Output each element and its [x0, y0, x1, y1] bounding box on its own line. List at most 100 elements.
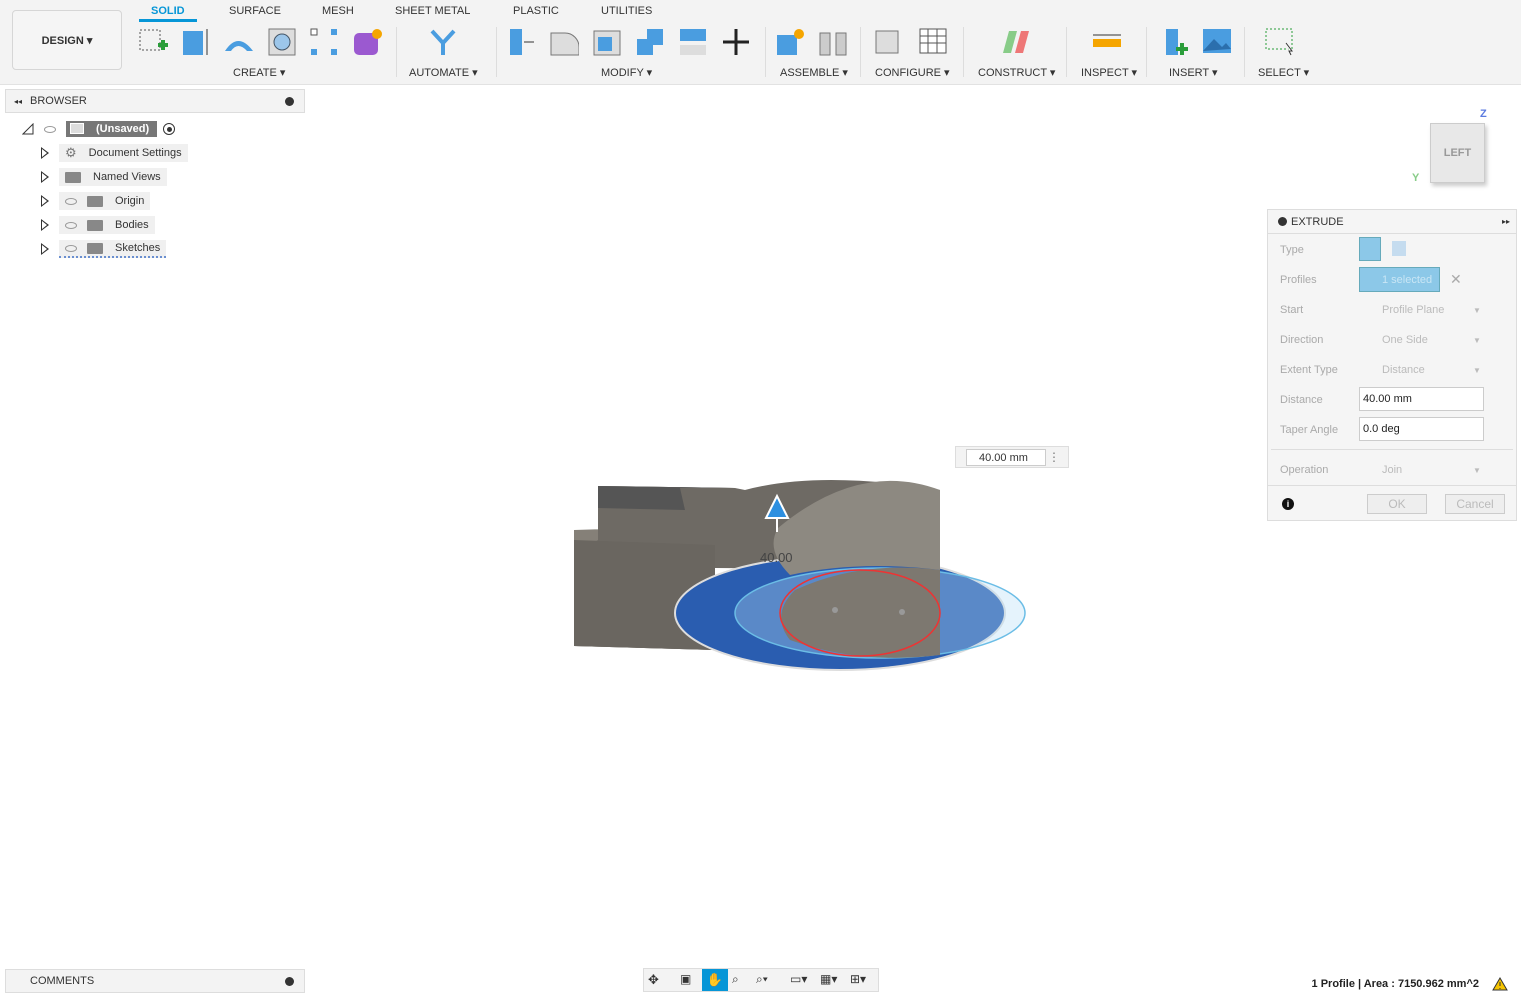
joint-icon[interactable] [818, 27, 848, 57]
eye-icon[interactable] [44, 125, 56, 133]
tab-mesh[interactable]: MESH [322, 5, 354, 17]
clear-selection-icon[interactable]: ✕ [1450, 271, 1462, 288]
eye-icon[interactable] [65, 221, 77, 229]
inspect-group-label[interactable]: INSPECT ▾ [1081, 66, 1137, 79]
expand-icon[interactable] [41, 171, 49, 183]
tree-item-document-settings[interactable]: ⚙ Document Settings [59, 144, 188, 162]
modify-group-label[interactable]: MODIFY ▾ [601, 66, 652, 79]
collapse-triangle-icon[interactable] [22, 123, 34, 135]
tree-item-origin[interactable]: Origin [59, 192, 151, 210]
viewcube[interactable]: LEFT Z Y [1412, 108, 1500, 193]
dropdown-caret-icon: ▼ [1473, 336, 1481, 345]
tree-item-bodies[interactable]: Bodies [59, 216, 155, 234]
automate-group-label[interactable]: AUTOMATE ▾ [409, 66, 478, 79]
viewcube-face-left[interactable]: LEFT [1430, 123, 1485, 183]
extent-type-dropdown[interactable]: Distance [1382, 364, 1425, 376]
configure-table-icon[interactable] [918, 27, 948, 57]
add-comment-icon[interactable] [285, 976, 294, 986]
warning-icon[interactable] [1492, 977, 1508, 991]
construct-group-label[interactable]: CONSTRUCT ▾ [978, 66, 1055, 79]
dropdown-caret-icon: ▼ [1473, 306, 1481, 315]
info-icon[interactable]: i [1282, 498, 1294, 510]
distance-input[interactable]: 40.00 mm [1359, 387, 1484, 411]
automate-icon[interactable] [428, 27, 458, 57]
parameters-icon[interactable] [874, 27, 904, 57]
tab-solid[interactable]: SOLID [139, 5, 197, 22]
zoom-icon[interactable]: ⌕ [732, 972, 739, 987]
collapse-icon[interactable]: ◂◂ [14, 97, 22, 106]
type-thin-button[interactable] [1392, 241, 1406, 256]
move-icon[interactable] [721, 27, 751, 57]
cancel-button[interactable]: Cancel [1445, 494, 1505, 514]
tab-plastic[interactable]: PLASTIC [513, 5, 559, 17]
collapse-icon[interactable] [1278, 217, 1287, 226]
expand-icon[interactable] [41, 147, 49, 159]
expand-icon[interactable] [41, 243, 49, 255]
shell-icon[interactable] [592, 27, 622, 57]
start-dropdown[interactable]: Profile Plane [1382, 304, 1444, 316]
insert-group-label[interactable]: INSERT ▾ [1169, 66, 1218, 79]
select-group-label[interactable]: SELECT ▾ [1258, 66, 1309, 79]
display-settings-icon[interactable]: ▭▾ [790, 972, 807, 986]
create-form-icon[interactable] [352, 27, 382, 57]
expand-icon[interactable] [41, 195, 49, 207]
design-workspace-button[interactable]: DESIGN ▾ [12, 10, 122, 70]
grid-settings-icon[interactable]: ▦▾ [820, 972, 837, 986]
panel-toggle-icon[interactable] [285, 96, 294, 106]
root-component[interactable]: (Unsaved) [66, 121, 158, 137]
direction-dropdown[interactable]: One Side [1382, 334, 1428, 346]
type-label: Type [1280, 244, 1304, 256]
pattern-icon[interactable] [309, 27, 339, 57]
eye-icon[interactable] [65, 244, 77, 252]
configure-group-label[interactable]: CONFIGURE ▾ [875, 66, 950, 79]
measure-icon[interactable] [1092, 27, 1122, 57]
browser-panel-header[interactable]: ◂◂ BROWSER [5, 89, 305, 113]
activate-radio-icon[interactable] [163, 123, 176, 135]
taper-angle-label: Taper Angle [1280, 424, 1339, 436]
navigation-bar: ✥ ▣ ✋ ⌕ ⌕▾ ▭▾ ▦▾ ⊞▾ [643, 968, 879, 992]
orbit-icon[interactable]: ✥ [648, 972, 659, 988]
new-component-icon[interactable] [775, 27, 805, 57]
insert-canvas-icon[interactable] [1202, 27, 1232, 57]
press-pull-icon[interactable] [506, 27, 536, 57]
select-window-icon[interactable] [1264, 27, 1294, 57]
expand-icon[interactable] [41, 219, 49, 231]
extrude-header[interactable]: EXTRUDE ▸▸ [1268, 210, 1516, 234]
distance-inline-input[interactable]: 40.00 mm [966, 449, 1046, 466]
revolve-icon[interactable] [223, 27, 253, 57]
profiles-selection-button[interactable]: 1 selected [1359, 267, 1440, 292]
pan-icon[interactable]: ✋ [702, 969, 728, 991]
extrude-icon[interactable] [181, 27, 211, 57]
tab-utilities[interactable]: UTILITIES [601, 5, 652, 17]
create-group-label[interactable]: CREATE ▾ [233, 66, 285, 79]
fillet-icon[interactable] [549, 27, 579, 57]
look-at-icon[interactable]: ▣ [680, 972, 691, 986]
3d-model-viewport[interactable]: 40.00 [560, 400, 1040, 690]
comments-panel-header[interactable]: COMMENTS [5, 969, 305, 993]
start-label: Start [1280, 304, 1304, 316]
tree-item-named-views[interactable]: Named Views [59, 168, 167, 186]
tab-sheet-metal[interactable]: SHEET METAL [395, 5, 470, 17]
combine-icon[interactable] [635, 27, 665, 57]
tab-surface[interactable]: SURFACE [229, 5, 281, 17]
assemble-group-label[interactable]: ASSEMBLE ▾ [780, 66, 848, 79]
construct-plane-icon[interactable] [1001, 27, 1031, 57]
fit-icon[interactable]: ⌕▾ [756, 972, 768, 987]
tree-root[interactable]: (Unsaved) [22, 119, 176, 139]
hole-icon[interactable] [267, 27, 297, 57]
create-sketch-icon[interactable] [138, 27, 168, 57]
insert-mcmaster-icon[interactable] [1160, 27, 1190, 57]
browser-title: BROWSER [30, 95, 87, 107]
eye-hidden-icon[interactable] [65, 197, 77, 205]
tree-item-label: Origin [115, 195, 145, 207]
tree-item-sketches[interactable]: Sketches [59, 240, 167, 258]
viewports-icon[interactable]: ⊞▾ [850, 972, 866, 986]
more-icon[interactable]: ⋮ [1048, 450, 1060, 464]
type-solid-button[interactable] [1359, 237, 1381, 261]
operation-dropdown[interactable]: Join [1382, 464, 1402, 476]
split-body-icon[interactable] [678, 27, 708, 57]
expand-icon[interactable]: ▸▸ [1502, 217, 1510, 226]
dimension-label: 40.00 [760, 550, 793, 565]
taper-angle-input[interactable]: 0.0 deg [1359, 417, 1484, 441]
ok-button[interactable]: OK [1367, 494, 1427, 514]
